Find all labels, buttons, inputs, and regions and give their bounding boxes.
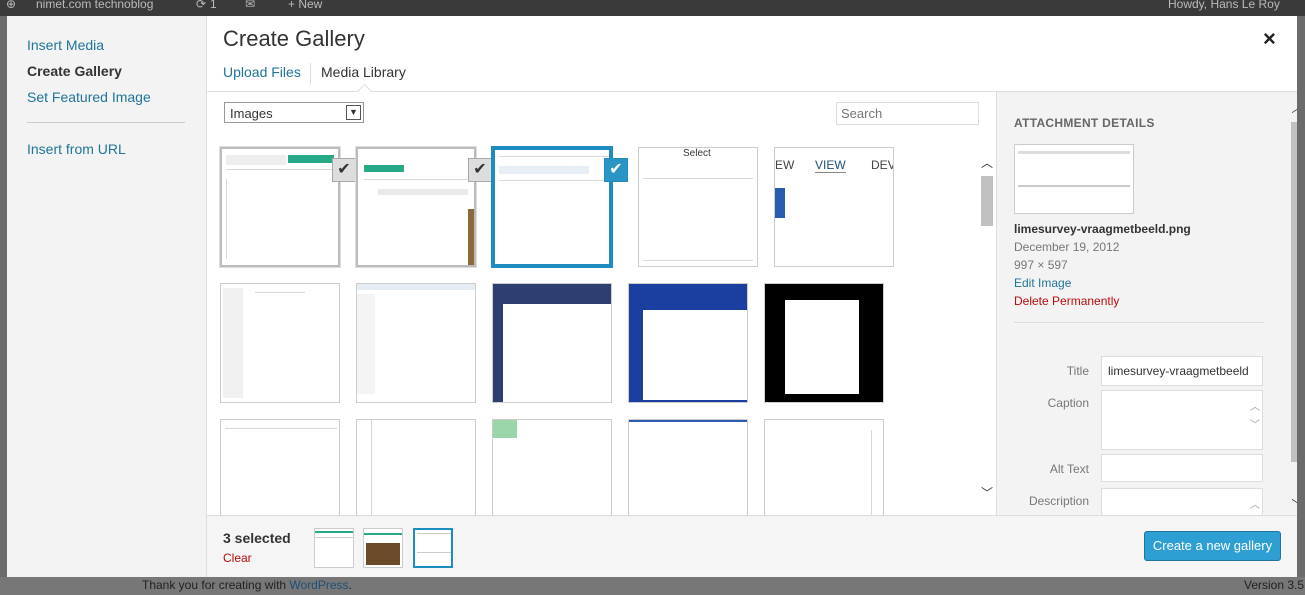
admin-footer: Thank you for creating with WordPress. V… (0, 577, 1305, 595)
chevron-down-icon: ▼ (346, 105, 361, 120)
tab-media-library[interactable]: Media Library (321, 64, 406, 80)
active-tab-notch (356, 83, 373, 100)
media-type-filter-value: Images (230, 106, 273, 121)
selection-thumb[interactable] (314, 528, 354, 568)
close-icon[interactable]: × (1263, 26, 1276, 52)
description-label: Description (1028, 494, 1089, 508)
grid-scrollbar[interactable]: ︿ ﹀ (979, 154, 995, 514)
clear-selection-link[interactable]: Clear (223, 551, 252, 565)
thumb-select-text: Select (683, 148, 711, 159)
attachment-date: December 19, 2012 (1014, 240, 1120, 254)
attachment-thumb[interactable] (220, 283, 340, 403)
admin-bar-new[interactable]: + New (288, 0, 322, 11)
edit-image-link[interactable]: Edit Image (1014, 276, 1071, 290)
attachment-dimensions: 997 × 597 (1014, 258, 1068, 272)
sidebar-scrollbar[interactable]: ︿ ﹀ (1290, 92, 1297, 515)
thumb-view-text: VIEW (815, 158, 846, 173)
caption-field[interactable]: ︿ ﹀ (1101, 390, 1263, 450)
attachment-thumb[interactable] (356, 283, 476, 403)
menu-item-set-featured-image[interactable]: Set Featured Image (27, 89, 151, 105)
details-divider (1014, 322, 1264, 323)
attachment-thumb[interactable] (356, 419, 476, 515)
menu-item-insert-media[interactable]: Insert Media (27, 37, 104, 53)
sidebar-scroll-thumb[interactable] (1291, 122, 1297, 462)
admin-bar-updates[interactable]: 1 (210, 0, 217, 11)
comments-icon[interactable]: ✉ (245, 0, 255, 11)
admin-bar-new-label: New (298, 0, 323, 11)
attachment-filename: limesurvey-vraagmetbeeld.png (1014, 222, 1191, 236)
footer-thanks-text: Thank you for creating with (142, 578, 290, 592)
checkmark-icon[interactable]: ✔ (332, 158, 356, 182)
attachment-thumb[interactable] (764, 283, 884, 403)
title-field[interactable]: limesurvey-vraagmetbeeld (1101, 356, 1263, 386)
create-new-gallery-button[interactable]: Create a new gallery (1144, 531, 1281, 561)
media-toolbar: 3 selected Clear Create a new gallery (207, 515, 1297, 577)
updates-icon[interactable]: ⟳ (196, 0, 206, 11)
attachment-thumb[interactable] (628, 283, 748, 403)
attachment-details-heading: ATTACHMENT DETAILS (1014, 116, 1155, 130)
wordpress-logo-icon[interactable]: ⊕ (6, 0, 16, 11)
footer-version: Version 3.5 (1244, 578, 1305, 592)
checkmark-icon[interactable]: ✔ (468, 158, 492, 182)
menu-separator (27, 122, 185, 123)
attachment-thumb-selected[interactable] (492, 147, 612, 267)
footer-thanks: Thank you for creating with WordPress. (142, 578, 352, 592)
thumb-text: EW (775, 158, 795, 172)
admin-bar: ⊕ nimet.com technoblog ⟳ 1 ✉ + New Howdy… (0, 0, 1305, 16)
menu-item-create-gallery[interactable]: Create Gallery (27, 63, 122, 79)
attachment-thumb[interactable] (492, 283, 612, 403)
selection-thumb-current[interactable] (413, 528, 453, 568)
grid-scroll-thumb[interactable] (981, 176, 993, 226)
textarea-scroll-icon: ︿ (1250, 500, 1260, 511)
attachment-thumb[interactable] (220, 147, 340, 267)
thumb-dev-text: DEV (871, 158, 894, 172)
attachment-thumb[interactable] (220, 419, 340, 515)
scroll-up-icon[interactable]: ︿ (1290, 100, 1298, 116)
media-modal: Insert Media Create Gallery Set Featured… (7, 16, 1297, 577)
scroll-up-icon[interactable]: ︿ (979, 154, 995, 170)
alt-text-field[interactable] (1101, 454, 1263, 482)
alt-text-label: Alt Text (1049, 462, 1089, 476)
checkmark-icon[interactable]: ✔ (604, 158, 628, 182)
attachment-preview-image (1014, 144, 1134, 214)
menu-item-insert-from-url[interactable]: Insert from URL (27, 141, 126, 157)
attachment-thumb[interactable]: EW VIEW DEV (774, 147, 894, 267)
tab-upload-files[interactable]: Upload Files (223, 64, 301, 80)
attachment-thumb[interactable] (628, 419, 748, 515)
attachments-grid: ✔ ✔ ✔ Select EW VIEW DEV (207, 133, 997, 515)
router-divider (310, 63, 311, 85)
attachment-details-sidebar: ATTACHMENT DETAILS limesurvey-vraagmetbe… (996, 92, 1297, 515)
search-input[interactable] (836, 102, 979, 125)
admin-bar-site-name[interactable]: nimet.com technoblog (36, 0, 153, 11)
selection-thumb[interactable] (363, 528, 403, 568)
textarea-scroll-icon: ︿ ﹀ (1250, 402, 1260, 431)
scroll-down-icon[interactable]: ﹀ (979, 484, 995, 500)
caption-label: Caption (1047, 396, 1089, 410)
selection-count: 3 selected (223, 530, 291, 546)
media-menu: Insert Media Create Gallery Set Featured… (7, 16, 207, 577)
delete-permanently-link[interactable]: Delete Permanently (1014, 294, 1119, 308)
scroll-down-icon[interactable]: ﹀ (1290, 496, 1298, 512)
attachment-thumb[interactable] (492, 419, 612, 515)
description-field[interactable]: ︿ (1101, 488, 1263, 515)
attachment-thumb[interactable] (764, 419, 884, 515)
media-type-filter[interactable]: Images ▼ (224, 102, 364, 123)
footer-thanks-period: . (348, 578, 352, 592)
footer-wordpress-link[interactable]: WordPress (289, 578, 348, 592)
title-label: Title (1066, 364, 1089, 378)
modal-title: Create Gallery (223, 26, 365, 51)
admin-bar-howdy[interactable]: Howdy, Hans Le Roy (1168, 0, 1280, 11)
attachment-thumb[interactable]: Select (638, 147, 758, 267)
attachment-thumb[interactable] (356, 147, 476, 267)
